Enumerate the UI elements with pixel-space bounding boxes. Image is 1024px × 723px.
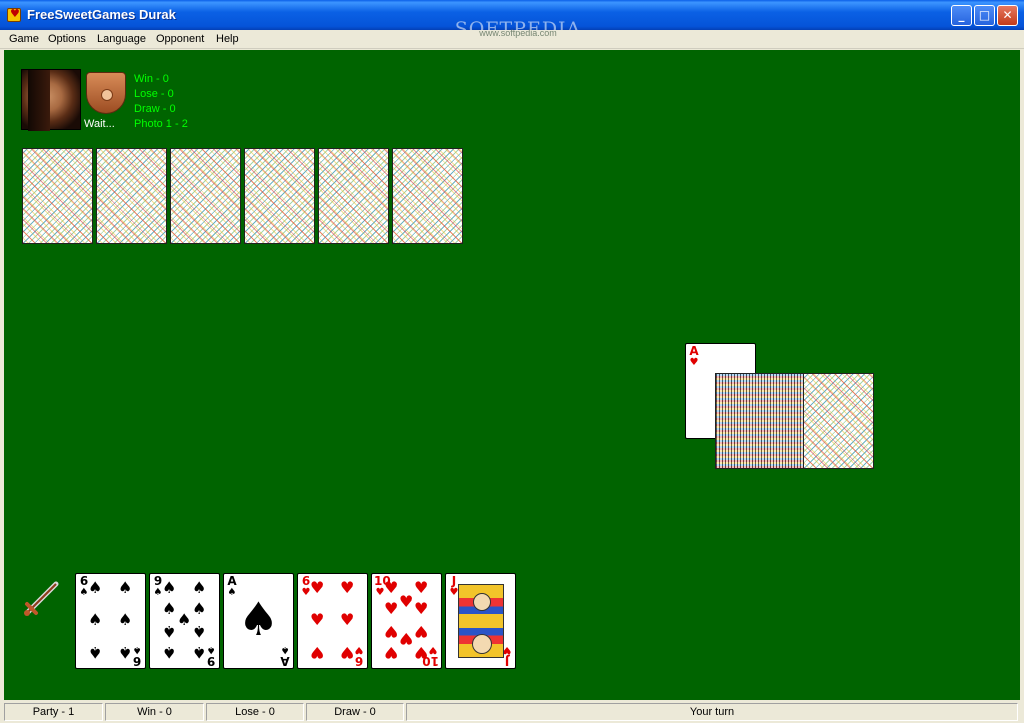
card-pip: ♠ (118, 610, 133, 629)
deck-stack[interactable] (715, 373, 805, 469)
card-rank: J (504, 654, 510, 668)
hand-card[interactable]: 10 ♥ 10 ♥ ♥ ♥ ♥ ♥ ♥ ♥ ♥ ♥ ♥ ♥ (371, 573, 442, 669)
title-bar: FreeSweetGames Durak SOFTPEDIA _ □ ✕ (0, 0, 1024, 40)
menu-opponent[interactable]: Opponent (156, 33, 204, 45)
card-pip: ♠ (118, 643, 133, 662)
window-title: FreeSweetGames Durak (27, 7, 176, 22)
opponent-stats: Win - 0 Lose - 0 Draw - 0 Photo 1 - 2 (134, 72, 188, 132)
status-bar: Party - 1 Win - 0 Lose - 0 Draw - 0 Your… (0, 700, 1024, 723)
heart-icon: ♥ (689, 357, 699, 368)
close-button[interactable]: ✕ (997, 5, 1018, 26)
card-pip: ♥ (414, 599, 429, 619)
card-pip: ♠ (192, 643, 207, 662)
opponent-card (170, 148, 241, 244)
opponent-card (96, 148, 167, 244)
hand-card[interactable]: J ♥ J ♥ (445, 573, 516, 669)
card-rank: 6 (301, 574, 311, 588)
opponent-photo-index[interactable]: Photo 1 - 2 (134, 117, 188, 132)
card-pip: ♠ (118, 578, 133, 597)
card-rank: 9 (153, 574, 163, 588)
card-pip: ♠ (162, 643, 177, 662)
status-lose: Lose - 0 (206, 703, 304, 721)
card-pip: ♠ (192, 621, 207, 641)
opponent-card (22, 148, 93, 244)
deck-top-card[interactable] (803, 373, 874, 469)
opponent-photo[interactable] (21, 69, 81, 131)
card-pip: ♠ (88, 578, 103, 597)
status-message: Your turn (406, 703, 1018, 721)
card-pip: ♥ (414, 643, 429, 662)
app-icon[interactable] (7, 7, 21, 22)
trump-rank: A (689, 344, 699, 358)
card-pip: ♥ (399, 628, 414, 648)
card-pip: ♥ (340, 643, 355, 662)
opponent-draw: Draw - 0 (134, 103, 176, 115)
opponent-card (318, 148, 389, 244)
card-pip: ♥ (414, 578, 429, 597)
card-rank: 6 (354, 654, 364, 668)
shield-icon (86, 72, 126, 114)
card-pip: ♠ (88, 643, 103, 662)
hand-card[interactable]: 6 ♥ 6 ♥ ♥ ♥ ♥ ♥ ♥ ♥ (297, 573, 368, 669)
menu-game[interactable]: Game (9, 33, 39, 45)
card-pip: ♠ (88, 610, 103, 629)
opponent-lose: Lose - 0 (134, 88, 174, 100)
card-suit-icon: ♥ (354, 644, 364, 655)
card-pip: ♥ (399, 592, 414, 612)
jack-face-image (458, 584, 504, 658)
card-pip: ♠ (192, 599, 207, 619)
opponent-card (392, 148, 463, 244)
card-rank: A (280, 654, 290, 668)
menu-language[interactable]: Language (97, 33, 146, 45)
card-pip: ♥ (340, 578, 355, 597)
card-suit-icon: ♠ (132, 644, 142, 655)
card-pip: ♥ (384, 578, 399, 597)
opponent-status: Wait... (84, 118, 115, 130)
status-party: Party - 1 (4, 703, 103, 721)
card-suit-icon: ♠ (206, 644, 216, 655)
menu-options[interactable]: Options (48, 33, 86, 45)
card-pip: ♥ (384, 621, 399, 641)
status-draw: Draw - 0 (306, 703, 404, 721)
card-pip: ♥ (310, 643, 325, 662)
card-pip: ♥ (310, 578, 325, 597)
menu-bar: Game Options Language Opponent Help www.… (0, 28, 1024, 49)
card-rank: J (451, 574, 457, 588)
card-rank: 6 (132, 654, 142, 668)
status-win: Win - 0 (105, 703, 204, 721)
card-pip: ♥ (414, 621, 429, 641)
card-pip: ♠ (162, 621, 177, 641)
hand-card[interactable]: 9 ♠ 9 ♠ ♠ ♠ ♠ ♠ ♠ ♠ ♠ ♠ ♠ (149, 573, 220, 669)
minimize-button[interactable]: _ (951, 5, 972, 26)
hand-card[interactable]: 6 ♠ 6 ♠ ♠ ♠ ♠ ♠ ♠ ♠ (75, 573, 146, 669)
card-pip: ♠ (192, 578, 207, 597)
card-pip: ♥ (384, 643, 399, 662)
hand-card[interactable]: A ♠ A ♠ ♠ (223, 573, 294, 669)
card-pip: ♠ (162, 578, 177, 597)
game-table: Wait... Win - 0 Lose - 0 Draw - 0 Photo … (4, 50, 1020, 700)
card-pip: ♥ (310, 610, 325, 629)
card-rank: 9 (206, 654, 216, 668)
card-pip: ♥ (340, 610, 355, 629)
opponent-card (244, 148, 315, 244)
opponent-win: Win - 0 (134, 73, 169, 85)
card-rank: A (227, 574, 237, 588)
menu-help[interactable]: Help (216, 33, 239, 45)
card-pip: ♥ (384, 599, 399, 619)
card-pip: ♠ (162, 599, 177, 619)
sword-icon[interactable] (22, 578, 62, 618)
watermark-url: www.softpedia.com (479, 28, 557, 38)
card-pip: ♠ (177, 610, 192, 629)
ace-pip: ♠ (237, 592, 280, 646)
maximize-button[interactable]: □ (974, 5, 995, 26)
card-rank: 6 (79, 574, 89, 588)
